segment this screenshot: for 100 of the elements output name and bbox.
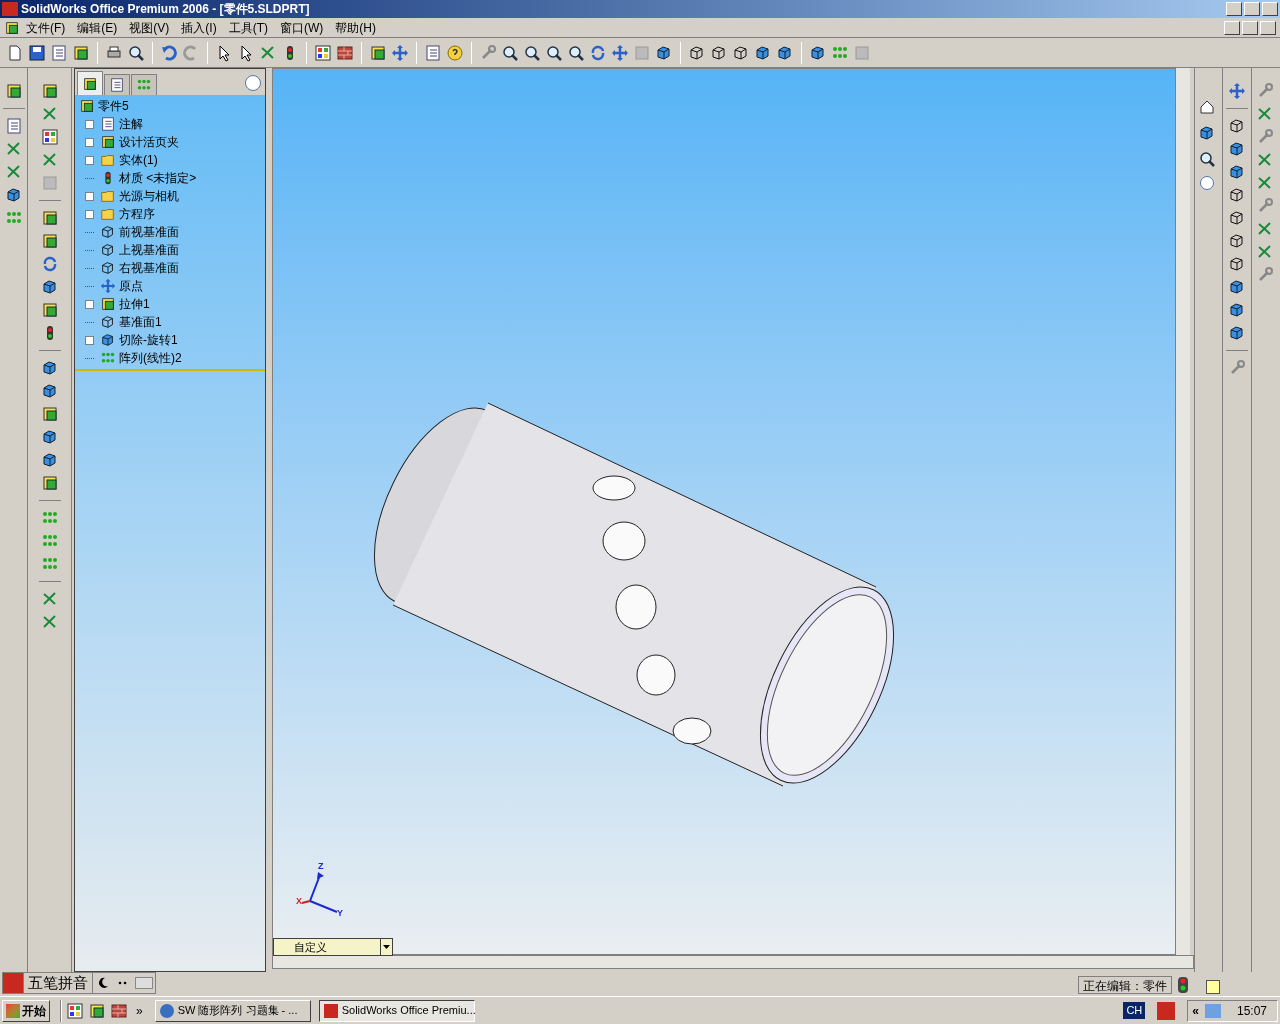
tree-item[interactable]: 方程序 [119, 205, 155, 223]
wireframe-cube-icon[interactable] [1228, 232, 1246, 250]
feature-icon[interactable] [4, 19, 20, 36]
wireframe-cube-icon[interactable] [710, 43, 728, 62]
zoom-icon[interactable] [545, 43, 563, 62]
zoom-icon[interactable] [567, 43, 585, 62]
menu-item[interactable]: 插入(I) [175, 18, 223, 37]
menu-item[interactable]: 帮助(H) [329, 18, 382, 37]
keyboard-icon[interactable] [133, 974, 155, 992]
collapse-panel-button[interactable] [1199, 176, 1214, 190]
tree-item[interactable]: 材质 <未指定> [119, 169, 197, 187]
minimize-button[interactable] [1226, 2, 1242, 16]
feature-icon[interactable] [40, 232, 59, 250]
cube-icon[interactable] [40, 382, 59, 400]
taskbar-button[interactable]: SolidWorks Office Premiu... [318, 999, 475, 1022]
expand-toggle[interactable] [85, 191, 94, 201]
panel-tab[interactable] [77, 71, 103, 95]
expand-toggle[interactable] [85, 119, 94, 129]
cube-icon[interactable] [1228, 301, 1246, 319]
tree-item[interactable]: 设计活页夹 [119, 133, 179, 151]
cube-icon[interactable] [655, 43, 673, 62]
more-quick-launch-button[interactable]: » [132, 1001, 147, 1020]
feature-icon[interactable] [4, 82, 23, 100]
expand-toggle[interactable] [85, 155, 94, 165]
tray-app-icon[interactable] [1157, 1001, 1176, 1020]
feature-icon[interactable] [40, 82, 59, 100]
close-button[interactable] [1260, 20, 1276, 35]
tree-item[interactable]: 零件5 [98, 97, 129, 115]
language-indicator[interactable]: CH [1123, 1002, 1146, 1019]
minimize-button[interactable] [1224, 20, 1240, 35]
tree-item[interactable]: 注解 [119, 115, 143, 133]
list-icon[interactable] [4, 117, 23, 135]
restore-button[interactable] [1242, 20, 1258, 35]
start-button[interactable]: 开始 [2, 999, 50, 1022]
feature-icon[interactable] [369, 43, 387, 62]
list-icon[interactable] [424, 43, 442, 62]
cube-icon[interactable] [1197, 124, 1216, 142]
zoom-icon[interactable] [501, 43, 519, 62]
tree-item[interactable]: 右视基准面 [119, 259, 179, 277]
feature-icon[interactable] [40, 209, 59, 227]
brick-wall-icon[interactable] [110, 1001, 128, 1020]
tree-item[interactable]: 拉伸1 [119, 295, 150, 313]
close-button[interactable] [1262, 2, 1278, 16]
expand-panel-button[interactable] [245, 75, 261, 91]
expand-toggle[interactable] [85, 137, 94, 147]
menu-item[interactable]: 工具(T) [222, 18, 274, 37]
zoom-icon[interactable] [523, 43, 541, 62]
zoom-icon[interactable] [127, 43, 145, 62]
wireframe-cube-icon[interactable] [688, 43, 706, 62]
cube-icon[interactable] [40, 359, 59, 377]
cube-icon[interactable] [1228, 324, 1246, 342]
vertical-scrollbar[interactable] [1176, 68, 1190, 955]
horizontal-scrollbar[interactable] [272, 955, 1194, 969]
cube-icon[interactable] [1228, 140, 1246, 158]
ime-mode-label[interactable]: 五笔拼音 [23, 971, 93, 995]
panel-tab[interactable] [104, 74, 130, 95]
wireframe-cube-icon[interactable] [1228, 186, 1246, 204]
feature-icon[interactable] [40, 405, 59, 423]
brick-wall-icon[interactable] [336, 43, 354, 62]
feature-icon[interactable] [40, 301, 59, 319]
show-hidden-icons-button[interactable]: « [1192, 1001, 1199, 1020]
new-document-icon[interactable] [6, 43, 24, 62]
help-icon[interactable] [446, 43, 464, 62]
pan-icon[interactable] [1228, 82, 1246, 100]
3d-viewport[interactable]: Z X Y 自定义 [272, 68, 1176, 955]
ime-toolbar[interactable]: 五笔拼音 [2, 972, 156, 994]
wireframe-cube-icon[interactable] [732, 43, 750, 62]
cube-icon[interactable] [754, 43, 772, 62]
tree-item[interactable]: 实体(1) [119, 151, 158, 169]
maximize-button[interactable] [1244, 2, 1260, 16]
cube-icon[interactable] [1228, 278, 1246, 296]
menu-item[interactable]: 编辑(E) [71, 18, 124, 37]
tree-item[interactable]: 阵列(线性)2 [119, 349, 182, 367]
color-grid-icon[interactable] [314, 43, 332, 62]
caret-icon[interactable] [380, 939, 392, 955]
tree-item[interactable]: 光源与相机 [119, 187, 179, 205]
zoom-icon[interactable] [1197, 150, 1216, 168]
cube-icon[interactable] [1228, 163, 1246, 181]
cube-icon[interactable] [40, 278, 59, 296]
rotate-icon[interactable] [589, 43, 607, 62]
cube-icon[interactable] [40, 451, 59, 469]
tree-item[interactable]: 切除-旋转1 [119, 331, 178, 349]
wireframe-cube-icon[interactable] [1228, 117, 1246, 135]
tree-item[interactable]: 基准面1 [119, 313, 162, 331]
menu-item[interactable]: 视图(V) [123, 18, 176, 37]
wireframe-cube-icon[interactable] [1228, 255, 1246, 273]
view-dropdown[interactable]: 自定义 [273, 938, 393, 956]
feature-icon[interactable] [88, 1001, 106, 1020]
color-grid-icon[interactable] [40, 128, 59, 146]
color-grid-icon[interactable] [66, 1001, 84, 1020]
expand-toggle[interactable] [85, 209, 94, 219]
cube-icon[interactable] [40, 428, 59, 446]
taskbar-button[interactable]: SW 随形阵列 习题集 - ... [154, 999, 311, 1022]
tree-item[interactable]: 原点 [119, 277, 143, 295]
feature-icon[interactable] [72, 43, 90, 62]
tree-item[interactable]: 前视基准面 [119, 223, 179, 241]
cube-icon[interactable] [776, 43, 794, 62]
help-icon[interactable] [1206, 980, 1220, 994]
menu-item[interactable]: 窗口(W) [274, 18, 330, 37]
expand-toggle[interactable] [85, 335, 94, 345]
